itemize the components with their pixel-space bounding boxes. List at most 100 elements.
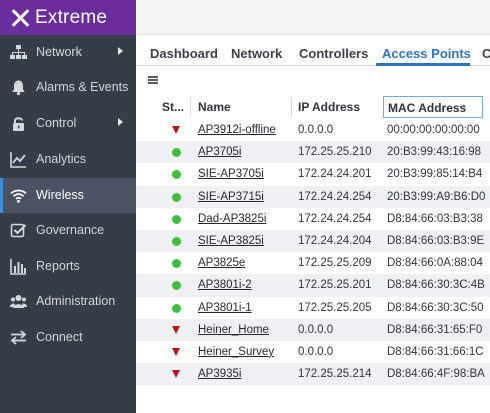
- sidebar-item-governance[interactable]: Governance: [0, 213, 136, 248]
- mac-address-cell: D8:84:66:31:66:1C: [387, 345, 484, 358]
- status-up-icon: [172, 148, 181, 158]
- ap-name-link[interactable]: Dad-AP3825i: [198, 213, 266, 225]
- column-divider[interactable]: [190, 97, 191, 117]
- mac-address-cell: D8:84:66:0A:88:04: [387, 257, 483, 270]
- sidebar-item-label: Control: [36, 116, 77, 130]
- table-row[interactable]: Heiner_Survey 0.0.0.0 D8:84:66:31:66:1C: [136, 341, 490, 363]
- mac-address-cell: D8:84:66:03:B3:9E: [387, 234, 485, 247]
- status-down-icon: [172, 126, 180, 134]
- network-icon: [10, 44, 27, 61]
- column-header-status[interactable]: St...: [162, 100, 184, 114]
- brand-name: Extreme: [35, 6, 108, 28]
- ap-name-link[interactable]: AP3825e: [198, 257, 245, 269]
- sidebar-item-label: Network: [36, 45, 82, 59]
- status-up-icon: [172, 236, 181, 246]
- ap-name-link[interactable]: SIE-AP3715i: [198, 191, 264, 203]
- chevron-right-icon: [118, 118, 123, 126]
- sidebar-item-label: Reports: [36, 259, 80, 273]
- mac-address-cell: 20:B3:99:85:14:B4: [387, 168, 483, 181]
- sidebar-item-wireless[interactable]: Wireless: [0, 178, 136, 213]
- table-row[interactable]: SIE-AP3705i 172.24.24.201 20:B3:99:85:14:B…: [136, 163, 490, 185]
- table-row[interactable]: SIE-AP3715i 172.24.24.254 20:B3:99:A9:B6:D…: [136, 185, 490, 208]
- ap-name-link[interactable]: AP3801i-2: [198, 279, 252, 291]
- ap-name-link[interactable]: AP3935i: [198, 368, 241, 380]
- column-header-ip-address[interactable]: IP Address: [298, 100, 360, 114]
- wifi-icon: [10, 187, 27, 204]
- ap-name-link[interactable]: AP3705i: [198, 146, 241, 158]
- status-down-icon: [172, 347, 180, 356]
- tab-network[interactable]: Network: [231, 46, 282, 61]
- sidebar-item-reports[interactable]: Reports: [0, 249, 136, 284]
- ip-address-cell: 0.0.0.0: [298, 124, 334, 136]
- status-up-icon: [172, 170, 181, 180]
- ip-address-cell: 0.0.0.0: [298, 323, 334, 336]
- table-row[interactable]: AP3935i 172.25.25.214 D8:84:66:4F:98:BA: [136, 363, 490, 386]
- status-up-icon: [172, 259, 181, 269]
- tab-access-points[interactable]: Access Points: [382, 46, 471, 61]
- tab-bar: Dashboard Network Controllers Access Poi…: [136, 36, 490, 66]
- status-up-icon: [172, 303, 181, 313]
- table-row[interactable]: AP3801i-2 172.25.25.201 D8:84:66:30:3C:4B: [136, 274, 490, 297]
- table-row[interactable]: Dad-AP3825i 172.24.24.254 D8:84:66:03:B3:3…: [136, 208, 490, 230]
- sidebar-item-connect[interactable]: Connect: [0, 320, 136, 355]
- ip-address-cell: 172.25.25.201: [298, 279, 372, 292]
- brand-header[interactable]: Extreme: [0, 0, 136, 35]
- swap-arrows-icon: [10, 329, 27, 346]
- ap-name-link[interactable]: AP3801i-1: [198, 302, 252, 314]
- table-body: AP3912i-offline 0.0.0.0 00:00:00:00:00:00 A…: [136, 119, 490, 386]
- ip-address-cell: 172.25.25.210: [298, 146, 372, 159]
- sidebar-item-alarms-events[interactable]: Alarms & Events: [0, 70, 136, 105]
- lock-icon: [10, 115, 27, 132]
- mac-address-cell: 20:B3:99:A9:B6:D0: [387, 190, 486, 203]
- grid-toolbar: [136, 66, 490, 94]
- sidebar-item-control[interactable]: Control: [0, 106, 136, 141]
- ip-address-cell: 172.24.24.204: [298, 234, 372, 247]
- table-row[interactable]: AP3705i 172.25.25.210 20:B3:99:43:16:98: [136, 141, 490, 164]
- table-row[interactable]: AP3825e 172.25.25.209 D8:84:66:0A:88:04: [136, 252, 490, 274]
- bell-icon: [10, 79, 27, 96]
- sidebar-item-network[interactable]: Network: [0, 35, 136, 70]
- bar-chart-icon: [10, 258, 27, 275]
- ip-address-cell: 172.24.24.254: [298, 190, 372, 203]
- ap-name-link[interactable]: SIE-AP3825i: [198, 235, 264, 247]
- sidebar-item-label: Governance: [36, 223, 105, 237]
- table-row[interactable]: Heiner_Home 0.0.0.0 D8:84:66:31:65:F0: [136, 318, 490, 341]
- users-icon: [10, 293, 27, 310]
- column-header-name[interactable]: Name: [198, 100, 231, 114]
- ap-name-link[interactable]: AP3912i-offline: [198, 124, 276, 136]
- sidebar: Extreme Network Alarms & Events Control …: [0, 0, 136, 413]
- table-row[interactable]: AP3801i-1 172.25.25.205 D8:84:66:30:3C:50: [136, 297, 490, 319]
- ap-name-link[interactable]: Heiner_Survey: [198, 346, 274, 358]
- sidebar-item-label: Connect: [36, 330, 83, 344]
- status-up-icon: [172, 281, 181, 291]
- ap-name-link[interactable]: SIE-AP3705i: [198, 168, 264, 180]
- mac-address-cell: D8:84:66:4F:98:BA: [387, 368, 485, 381]
- ip-address-cell: 172.24.24.254: [298, 212, 372, 225]
- ap-name-link[interactable]: Heiner_Home: [198, 324, 269, 336]
- sidebar-item-analytics[interactable]: Analytics: [0, 142, 136, 177]
- top-bar: [136, 0, 490, 35]
- menu-icon[interactable]: [148, 76, 158, 84]
- chevron-right-icon: [118, 47, 123, 55]
- column-header-mac-address[interactable]: MAC Address ↑: [383, 96, 483, 118]
- ip-address-cell: 172.25.25.209: [298, 257, 372, 270]
- ip-address-cell: 0.0.0.0: [298, 345, 334, 358]
- status-up-icon: [172, 214, 181, 224]
- sidebar-item-label: Analytics: [36, 152, 87, 166]
- access-points-table: St... Name IP Address MAC Address ↑ AP39…: [136, 94, 490, 386]
- column-header-label: MAC Address: [388, 101, 467, 115]
- mac-address-cell: 00:00:00:00:00:00: [387, 124, 480, 136]
- table-row[interactable]: SIE-AP3825i 172.24.24.204 D8:84:66:03:B3:9…: [136, 229, 490, 253]
- table-header: St... Name IP Address MAC Address ↑: [136, 94, 490, 119]
- sidebar-item-label: Administration: [36, 294, 116, 308]
- tab-overflow[interactable]: C: [482, 46, 490, 61]
- tab-dashboard[interactable]: Dashboard: [150, 46, 218, 61]
- sort-ascending-icon: ↑: [461, 100, 467, 114]
- table-row[interactable]: AP3912i-offline 0.0.0.0 00:00:00:00:00:00: [136, 119, 490, 141]
- tab-controllers[interactable]: Controllers: [299, 46, 368, 61]
- status-down-icon: [172, 370, 180, 379]
- column-divider[interactable]: [291, 97, 292, 117]
- extreme-logo-icon: [10, 8, 30, 28]
- sidebar-item-administration[interactable]: Administration: [0, 284, 136, 319]
- status-down-icon: [172, 325, 180, 334]
